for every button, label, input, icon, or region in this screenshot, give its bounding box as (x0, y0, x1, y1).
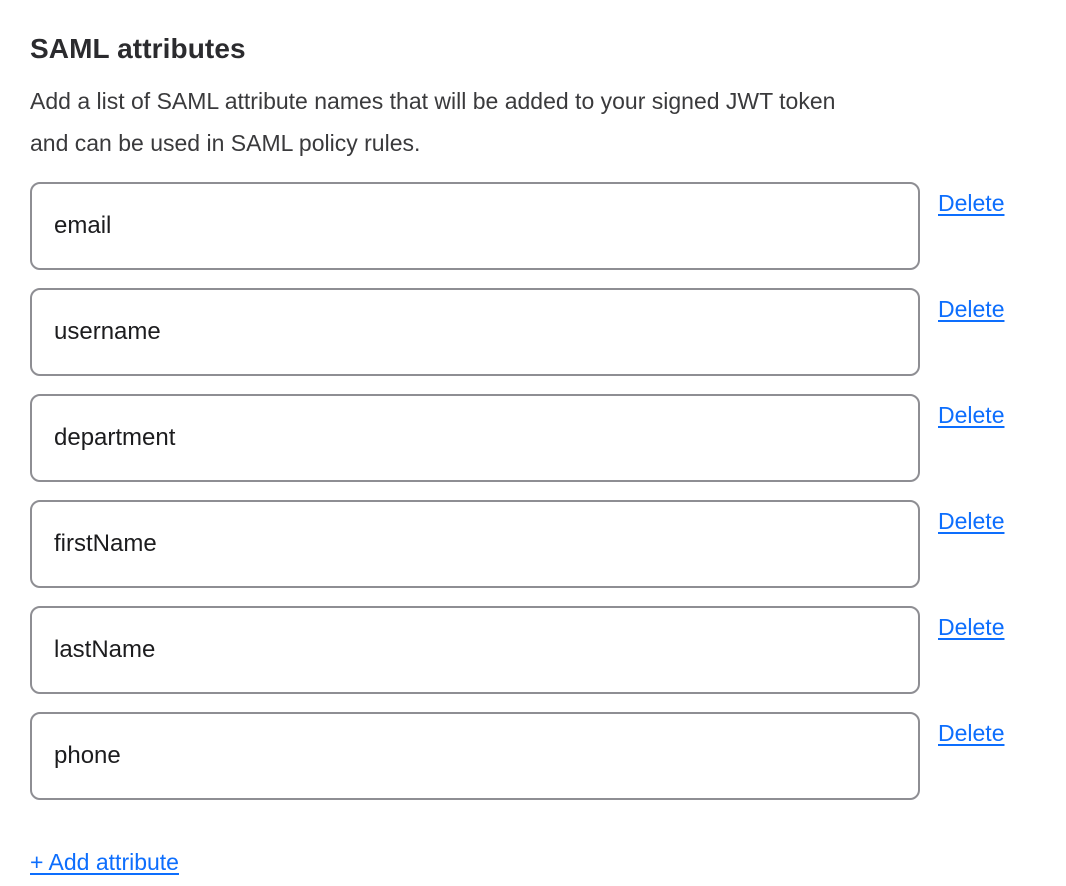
attribute-input-lastname[interactable] (30, 606, 920, 694)
attribute-row: Delete (30, 182, 1036, 270)
delete-link-lastname[interactable]: Delete (938, 613, 1004, 641)
attribute-row: Delete (30, 606, 1036, 694)
attribute-input-phone[interactable] (30, 712, 920, 800)
delete-link-department[interactable]: Delete (938, 401, 1004, 429)
attribute-input-department[interactable] (30, 394, 920, 482)
attribute-row: Delete (30, 712, 1036, 800)
attribute-input-firstname[interactable] (30, 500, 920, 588)
attribute-row: Delete (30, 288, 1036, 376)
delete-link-firstname[interactable]: Delete (938, 507, 1004, 535)
section-description-line2: and can be used in SAML policy rules. (30, 130, 420, 156)
section-title: SAML attributes (30, 32, 1036, 66)
add-attribute-link[interactable]: + Add attribute (30, 848, 179, 876)
attribute-input-email[interactable] (30, 182, 920, 270)
delete-link-email[interactable]: Delete (938, 189, 1004, 217)
section-description-line1: Add a list of SAML attribute names that … (30, 88, 835, 114)
attribute-row: Delete (30, 500, 1036, 588)
attribute-input-username[interactable] (30, 288, 920, 376)
attribute-list: Delete Delete Delete Delete Delete Delet… (30, 182, 1036, 800)
delete-link-username[interactable]: Delete (938, 295, 1004, 323)
saml-attributes-section: SAML attributes Add a list of SAML attri… (0, 0, 1066, 876)
attribute-row: Delete (30, 394, 1036, 482)
section-description: Add a list of SAML attribute names that … (30, 80, 1036, 164)
delete-link-phone[interactable]: Delete (938, 719, 1004, 747)
